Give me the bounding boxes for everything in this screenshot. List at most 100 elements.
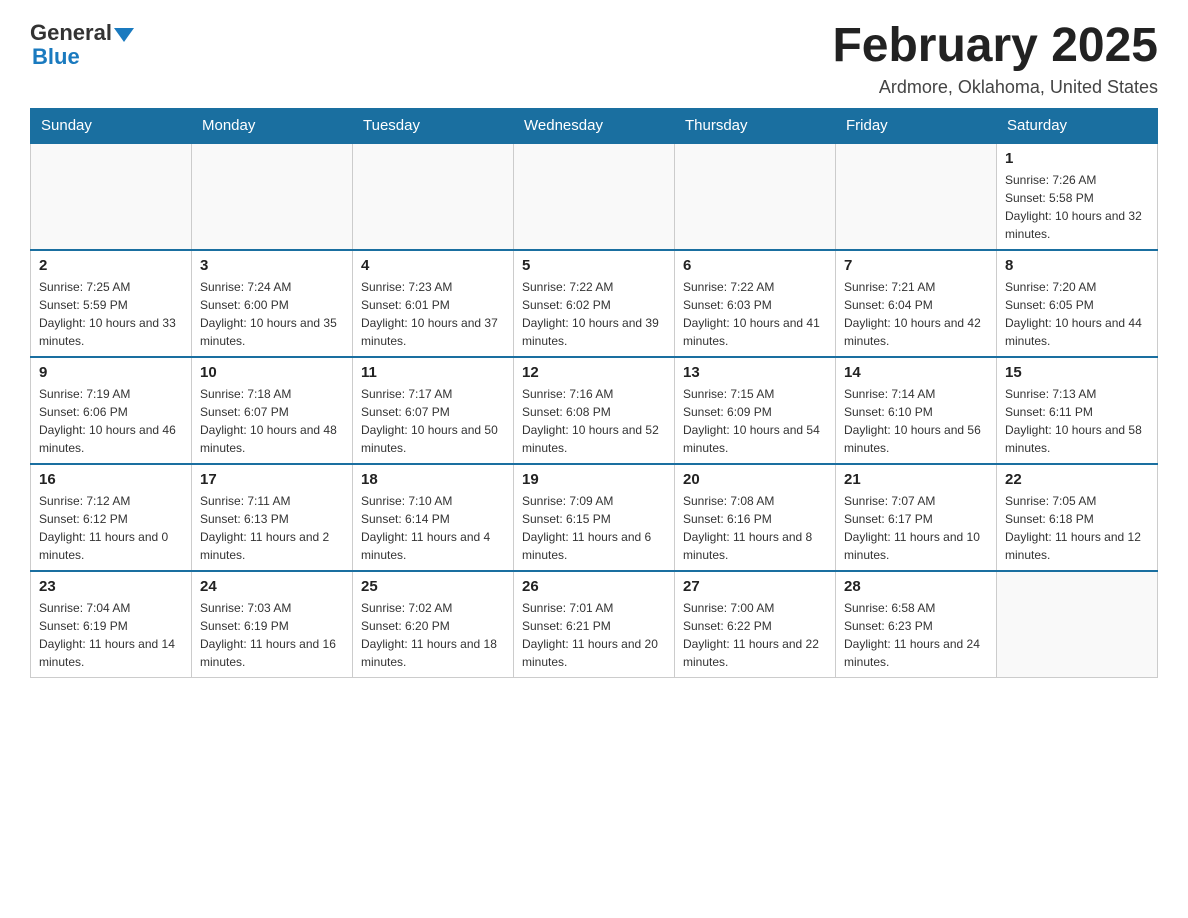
calendar-week-row: 9 Sunrise: 7:19 AMSunset: 6:06 PMDaylight… <box>31 357 1158 464</box>
day-info: Sunrise: 7:01 AMSunset: 6:21 PMDaylight:… <box>522 599 666 671</box>
day-info: Sunrise: 7:13 AMSunset: 6:11 PMDaylight:… <box>1005 385 1149 457</box>
calendar-cell: 13Sunrise: 7:15 AMSunset: 6:09 PMDayligh… <box>675 357 836 464</box>
calendar-header-sunday: Sunday <box>31 108 192 143</box>
day-info: Sunrise: 7:11 AMSunset: 6:13 PMDaylight:… <box>200 492 344 564</box>
calendar-cell: 12 Sunrise: 7:16 AMSunset: 6:08 PMDayligh… <box>514 357 675 464</box>
calendar-cell <box>353 143 514 250</box>
day-number: 12 <box>522 364 666 381</box>
day-info: Sunrise: 6:58 AMSunset: 6:23 PMDaylight:… <box>844 599 988 671</box>
calendar-cell: 20 Sunrise: 7:08 AMSunset: 6:16 PMDayligh… <box>675 464 836 571</box>
day-info: Sunrise: 7:21 AMSunset: 6:04 PMDaylight:… <box>844 278 988 350</box>
calendar-cell: 22 Sunrise: 7:05 AMSunset: 6:18 PMDayligh… <box>997 464 1158 571</box>
day-number: 17 <box>200 471 344 488</box>
day-info: Sunrise: 7:22 AMSunset: 6:02 PMDaylight:… <box>522 278 666 350</box>
calendar-header-monday: Monday <box>192 108 353 143</box>
calendar-header-tuesday: Tuesday <box>353 108 514 143</box>
calendar-cell: 27 Sunrise: 7:00 AMSunset: 6:22 PMDayligh… <box>675 571 836 678</box>
logo-arrow-icon <box>114 28 134 42</box>
calendar-cell: 10Sunrise: 7:18 AMSunset: 6:07 PMDayligh… <box>192 357 353 464</box>
location-subtitle: Ardmore, Oklahoma, United States <box>832 77 1158 98</box>
day-number: 9 <box>39 364 183 381</box>
calendar-cell <box>675 143 836 250</box>
day-info: Sunrise: 7:24 AMSunset: 6:00 PMDaylight:… <box>200 278 344 350</box>
calendar-week-row: 16 Sunrise: 7:12 AMSunset: 6:12 PMDayligh… <box>31 464 1158 571</box>
calendar-header-saturday: Saturday <box>997 108 1158 143</box>
month-title: February 2025 <box>832 20 1158 73</box>
day-number: 14 <box>844 364 988 381</box>
calendar-header-thursday: Thursday <box>675 108 836 143</box>
day-number: 21 <box>844 471 988 488</box>
calendar-cell: 5Sunrise: 7:22 AMSunset: 6:02 PMDaylight… <box>514 250 675 357</box>
calendar-cell: 4 Sunrise: 7:23 AMSunset: 6:01 PMDaylight… <box>353 250 514 357</box>
logo: General Blue <box>30 20 134 70</box>
calendar-cell: 9 Sunrise: 7:19 AMSunset: 6:06 PMDaylight… <box>31 357 192 464</box>
day-number: 4 <box>361 257 505 274</box>
calendar-week-row: 2Sunrise: 7:25 AMSunset: 5:59 PMDaylight… <box>31 250 1158 357</box>
day-number: 1 <box>1005 150 1149 167</box>
day-number: 28 <box>844 578 988 595</box>
day-number: 24 <box>200 578 344 595</box>
day-info: Sunrise: 7:00 AMSunset: 6:22 PMDaylight:… <box>683 599 827 671</box>
day-info: Sunrise: 7:20 AMSunset: 6:05 PMDaylight:… <box>1005 278 1149 350</box>
day-number: 25 <box>361 578 505 595</box>
day-info: Sunrise: 7:22 AMSunset: 6:03 PMDaylight:… <box>683 278 827 350</box>
day-info: Sunrise: 7:17 AMSunset: 6:07 PMDaylight:… <box>361 385 505 457</box>
calendar-week-row: 1 Sunrise: 7:26 AMSunset: 5:58 PMDaylight… <box>31 143 1158 250</box>
day-number: 3 <box>200 257 344 274</box>
day-number: 23 <box>39 578 183 595</box>
day-number: 15 <box>1005 364 1149 381</box>
day-info: Sunrise: 7:19 AMSunset: 6:06 PMDaylight:… <box>39 385 183 457</box>
day-number: 18 <box>361 471 505 488</box>
day-info: Sunrise: 7:14 AMSunset: 6:10 PMDaylight:… <box>844 385 988 457</box>
day-number: 27 <box>683 578 827 595</box>
calendar-cell <box>31 143 192 250</box>
day-info: Sunrise: 7:12 AMSunset: 6:12 PMDaylight:… <box>39 492 183 564</box>
calendar-cell <box>514 143 675 250</box>
calendar-cell: 24 Sunrise: 7:03 AMSunset: 6:19 PMDayligh… <box>192 571 353 678</box>
day-number: 11 <box>361 364 505 381</box>
calendar-cell: 25 Sunrise: 7:02 AMSunset: 6:20 PMDayligh… <box>353 571 514 678</box>
day-number: 10 <box>200 364 344 381</box>
calendar-table: SundayMondayTuesdayWednesdayThursdayFrid… <box>30 108 1158 678</box>
day-info: Sunrise: 7:23 AMSunset: 6:01 PMDaylight:… <box>361 278 505 350</box>
calendar-cell <box>997 571 1158 678</box>
day-number: 16 <box>39 471 183 488</box>
logo-general-text: General <box>30 20 112 46</box>
day-info: Sunrise: 7:03 AMSunset: 6:19 PMDaylight:… <box>200 599 344 671</box>
calendar-cell: 15 Sunrise: 7:13 AMSunset: 6:11 PMDayligh… <box>997 357 1158 464</box>
calendar-header-wednesday: Wednesday <box>514 108 675 143</box>
calendar-cell <box>192 143 353 250</box>
day-info: Sunrise: 7:26 AMSunset: 5:58 PMDaylight:… <box>1005 171 1149 243</box>
day-number: 19 <box>522 471 666 488</box>
calendar-cell: 2Sunrise: 7:25 AMSunset: 5:59 PMDaylight… <box>31 250 192 357</box>
day-number: 2 <box>39 257 183 274</box>
calendar-cell: 7Sunrise: 7:21 AMSunset: 6:04 PMDaylight… <box>836 250 997 357</box>
calendar-cell: 16 Sunrise: 7:12 AMSunset: 6:12 PMDayligh… <box>31 464 192 571</box>
day-info: Sunrise: 7:05 AMSunset: 6:18 PMDaylight:… <box>1005 492 1149 564</box>
calendar-cell: 1 Sunrise: 7:26 AMSunset: 5:58 PMDaylight… <box>997 143 1158 250</box>
day-info: Sunrise: 7:02 AMSunset: 6:20 PMDaylight:… <box>361 599 505 671</box>
calendar-header-row: SundayMondayTuesdayWednesdayThursdayFrid… <box>31 108 1158 143</box>
calendar-cell: 28 Sunrise: 6:58 AMSunset: 6:23 PMDayligh… <box>836 571 997 678</box>
day-number: 6 <box>683 257 827 274</box>
calendar-cell: 23 Sunrise: 7:04 AMSunset: 6:19 PMDayligh… <box>31 571 192 678</box>
day-info: Sunrise: 7:04 AMSunset: 6:19 PMDaylight:… <box>39 599 183 671</box>
day-number: 8 <box>1005 257 1149 274</box>
calendar-cell: 26 Sunrise: 7:01 AMSunset: 6:21 PMDayligh… <box>514 571 675 678</box>
calendar-cell: 18 Sunrise: 7:10 AMSunset: 6:14 PMDayligh… <box>353 464 514 571</box>
day-info: Sunrise: 7:10 AMSunset: 6:14 PMDaylight:… <box>361 492 505 564</box>
day-number: 26 <box>522 578 666 595</box>
calendar-week-row: 23 Sunrise: 7:04 AMSunset: 6:19 PMDayligh… <box>31 571 1158 678</box>
calendar-cell: 11 Sunrise: 7:17 AMSunset: 6:07 PMDayligh… <box>353 357 514 464</box>
calendar-cell: 17 Sunrise: 7:11 AMSunset: 6:13 PMDayligh… <box>192 464 353 571</box>
day-number: 22 <box>1005 471 1149 488</box>
day-number: 20 <box>683 471 827 488</box>
day-info: Sunrise: 7:16 AMSunset: 6:08 PMDaylight:… <box>522 385 666 457</box>
day-info: Sunrise: 7:08 AMSunset: 6:16 PMDaylight:… <box>683 492 827 564</box>
calendar-cell <box>836 143 997 250</box>
calendar-header-friday: Friday <box>836 108 997 143</box>
calendar-cell: 8 Sunrise: 7:20 AMSunset: 6:05 PMDaylight… <box>997 250 1158 357</box>
calendar-cell: 6 Sunrise: 7:22 AMSunset: 6:03 PMDaylight… <box>675 250 836 357</box>
calendar-cell: 19Sunrise: 7:09 AMSunset: 6:15 PMDayligh… <box>514 464 675 571</box>
calendar-cell: 3 Sunrise: 7:24 AMSunset: 6:00 PMDaylight… <box>192 250 353 357</box>
